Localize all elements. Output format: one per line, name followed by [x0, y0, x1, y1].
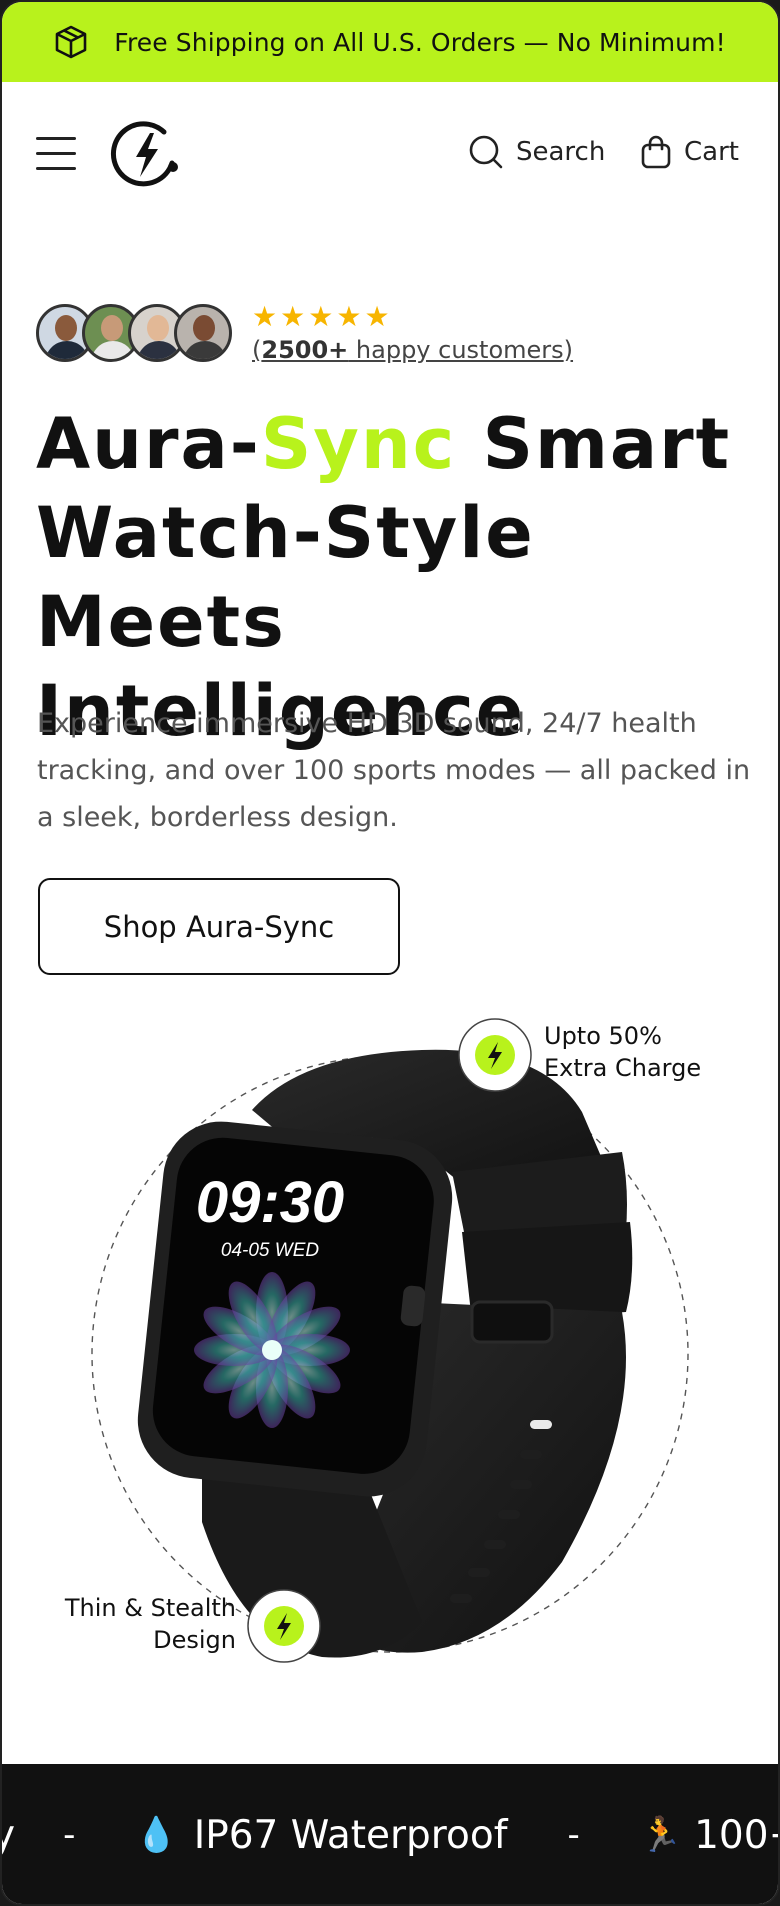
- title-accent: Sync: [260, 403, 457, 485]
- shopping-bag-icon: [641, 135, 671, 169]
- callout-top-line1: Upto 50%: [544, 1022, 662, 1050]
- announcement-text: Free Shipping on All U.S. Orders — No Mi…: [114, 27, 726, 57]
- watch-time: 09:30: [196, 1170, 344, 1235]
- runner-icon: 🏃: [639, 1815, 683, 1855]
- star-icon: ★: [364, 300, 390, 333]
- shop-aura-sync-button[interactable]: Shop Aura-Sync: [38, 878, 400, 975]
- callout-top-line2: Extra Charge: [544, 1054, 702, 1082]
- feature-marquee: y - 💧 IP67 Waterproof - 🏃 100+: [2, 1764, 778, 1904]
- box-icon: [55, 25, 87, 59]
- strap-buckle: [470, 1300, 554, 1344]
- customer-avatars: [36, 304, 232, 362]
- star-icon: ★: [336, 300, 362, 333]
- strap-hole: [520, 1450, 542, 1459]
- marquee-label: y: [2, 1813, 15, 1858]
- strap-hole: [484, 1540, 506, 1549]
- strap-hole: [468, 1568, 490, 1577]
- customers-label: happy customers: [348, 336, 564, 364]
- hero-subtitle: Experience immersive HD 3D sound, 24/7 h…: [37, 708, 751, 833]
- callout-bottom-line1: Thin & Stealth: [64, 1594, 236, 1622]
- customers-count-link[interactable]: (2500+ happy customers): [252, 336, 573, 364]
- site-header: Search Cart: [2, 82, 778, 232]
- marquee-item: y: [2, 1813, 15, 1858]
- callout-extra-charge: Upto 50% Extra Charge: [544, 1020, 701, 1084]
- title-line2: Watch-Style Meets: [36, 492, 535, 663]
- marquee-separator: -: [567, 1815, 580, 1855]
- star-icon: ★: [308, 300, 334, 333]
- announcement-bar: Free Shipping on All U.S. Orders — No Mi…: [2, 2, 778, 82]
- strap-hole: [530, 1420, 552, 1429]
- water-drop-icon: 💧: [135, 1815, 178, 1855]
- hamburger-menu-icon[interactable]: [36, 137, 76, 171]
- marquee-label: 100+: [694, 1812, 778, 1858]
- marquee-item: 🏃 100+: [640, 1813, 778, 1858]
- star-rating: ★ ★ ★ ★ ★: [252, 302, 573, 332]
- title-pre: Aura-: [36, 403, 261, 485]
- product-visual: 09:30 04-05 WED Upto 50% Extra Charge Th…: [2, 1002, 778, 1702]
- search-button[interactable]: Search: [468, 134, 605, 170]
- star-icon: ★: [252, 300, 278, 333]
- page-frame: Free Shipping on All U.S. Orders — No Mi…: [0, 0, 780, 1906]
- callout-bottom-line2: Design: [153, 1626, 236, 1654]
- search-icon: [469, 135, 503, 169]
- cart-label: Cart: [684, 137, 739, 167]
- cart-button[interactable]: Cart: [640, 134, 739, 170]
- callout-thin-design: Thin & Stealth Design: [42, 1592, 236, 1656]
- watch-crown: [400, 1285, 426, 1327]
- strap-hole: [510, 1480, 532, 1489]
- title-line1-rest: Smart: [456, 403, 732, 485]
- lightning-bolt-logo[interactable]: [106, 115, 186, 195]
- star-icon: ★: [280, 300, 306, 333]
- marquee-item: 💧 IP67 Waterproof: [135, 1813, 507, 1858]
- avatar: [174, 304, 232, 362]
- social-proof: ★ ★ ★ ★ ★ (2500+ happy customers): [36, 302, 573, 364]
- strap-hole: [498, 1510, 520, 1519]
- customers-count: 2500+: [261, 336, 349, 364]
- marquee-label: IP67 Waterproof: [193, 1812, 508, 1858]
- search-label: Search: [516, 137, 606, 167]
- strap-hole: [450, 1594, 472, 1603]
- marquee-separator: -: [63, 1815, 76, 1855]
- watch-date: 04-05 WED: [221, 1240, 319, 1261]
- rating-block: ★ ★ ★ ★ ★ (2500+ happy customers): [252, 302, 573, 365]
